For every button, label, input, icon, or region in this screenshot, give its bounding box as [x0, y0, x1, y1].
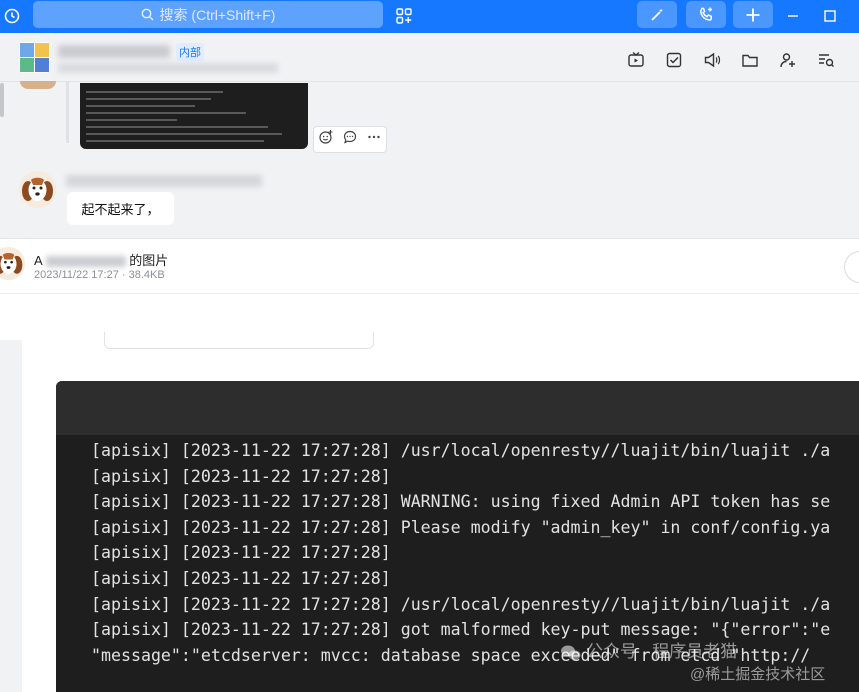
add-member-icon[interactable] — [778, 50, 798, 70]
viewer-meta: 2023/11/22 17:27 · 38.4KB — [34, 269, 165, 281]
reply-icon[interactable] — [342, 129, 358, 150]
history-icon[interactable] — [2, 6, 22, 26]
terminal-image[interactable]: [apisix] [2023-11-22 17:27:28] /usr/loca… — [56, 381, 859, 692]
terminal-line: [apisix] [2023-11-22 17:27:28] — [91, 466, 391, 486]
call-button[interactable] — [686, 1, 726, 28]
terminal-line: [apisix] [2023-11-22 17:27:28] /usr/loca… — [91, 594, 831, 614]
terminal-line: [apisix] [2023-11-22 17:27:28] WARNING: … — [91, 492, 831, 512]
announce-icon[interactable] — [702, 50, 722, 70]
new-chat-button[interactable] — [733, 1, 773, 28]
search-icon — [141, 8, 154, 21]
group-avatar[interactable] — [19, 42, 50, 73]
message-bubble[interactable]: 起不起来了， — [67, 192, 174, 225]
live-icon[interactable] — [626, 50, 646, 70]
title-bar: 搜索 (Ctrl+Shift+F) — [0, 0, 859, 33]
viewer-title-prefix: A — [34, 253, 42, 268]
terminal-line: [apisix] [2023-11-22 17:27:28] — [91, 543, 391, 563]
group-tag: 内部 — [176, 43, 204, 61]
watermark-text-1: 公众号 · 程序员老猫 — [586, 642, 738, 661]
plus-icon — [746, 8, 760, 21]
magic-wand-button[interactable] — [637, 1, 677, 28]
watermark-line-1: 公众号 · 程序员老猫 — [560, 637, 737, 662]
emoji-add-icon[interactable] — [318, 129, 334, 150]
background-card — [104, 332, 374, 349]
terminal-line: [apisix] [2023-11-22 17:27:28] /usr/loca… — [91, 441, 831, 460]
viewer-title: A 的图片 — [34, 250, 168, 269]
magic-wand-icon — [651, 8, 663, 21]
screenshot-thumbnail[interactable] — [80, 83, 308, 149]
todo-icon[interactable] — [664, 50, 684, 70]
group-name-redacted — [58, 45, 170, 58]
viewer-body: [apisix] [2023-11-22 17:27:28] /usr/loca… — [0, 294, 859, 692]
search-input[interactable]: 搜索 (Ctrl+Shift+F) — [33, 1, 383, 28]
scroll-bar[interactable] — [0, 83, 4, 117]
chat-panel: 内部 起不起来了， — [0, 33, 859, 238]
sender-name-redacted — [66, 175, 262, 187]
wechat-logo-icon — [561, 645, 581, 660]
sender-avatar[interactable] — [19, 171, 56, 208]
viewer-title-suffix: 的图片 — [129, 253, 169, 268]
viewer-close-button[interactable] — [844, 251, 859, 283]
maximize-icon[interactable] — [820, 6, 840, 26]
terminal-output: [apisix] [2023-11-22 17:27:28] /usr/loca… — [56, 435, 859, 668]
minimize-icon[interactable] — [783, 6, 803, 26]
prev-avatar[interactable] — [20, 81, 56, 89]
viewer-name-redacted — [45, 256, 126, 268]
viewer-sender-avatar[interactable] — [0, 247, 25, 280]
watermark-line-2: @稀土掘金技术社区 — [690, 666, 826, 683]
terminal-line: [apisix] [2023-11-22 17:27:28] got malfo… — [91, 620, 831, 640]
message-text: 起不起来了， — [81, 202, 160, 217]
message-actions — [313, 126, 387, 153]
terminal-line: [apisix] [2023-11-22 17:27:28] Please mo… — [91, 517, 831, 537]
chat-header: 内部 — [0, 33, 859, 82]
terminal-titlebar — [56, 381, 859, 435]
message-quote-bar — [66, 81, 69, 143]
folder-icon[interactable] — [740, 50, 760, 70]
viewer-header: A 的图片 2023/11/22 17:27 · 38.4KB — [0, 239, 859, 294]
search-history-icon[interactable] — [816, 50, 836, 70]
image-viewer: A 的图片 2023/11/22 17:27 · 38.4KB [apisix]… — [0, 238, 859, 692]
search-placeholder: 搜索 (Ctrl+Shift+F) — [159, 6, 276, 23]
terminal-line: [apisix] [2023-11-22 17:27:28] — [91, 568, 391, 588]
apps-icon[interactable] — [394, 6, 414, 26]
more-icon[interactable] — [366, 129, 382, 150]
group-info-redacted — [58, 63, 278, 73]
phone-call-icon — [699, 7, 712, 21]
background-chat-edge — [0, 340, 22, 692]
